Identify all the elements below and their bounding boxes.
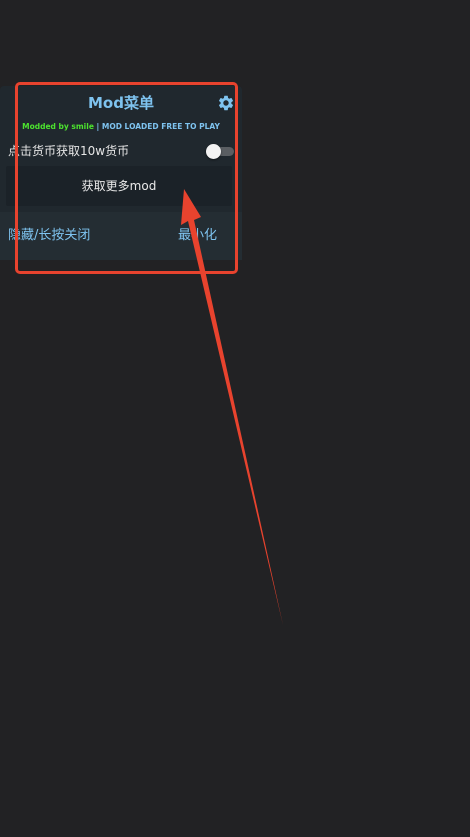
- currency-toggle-row: 点击货币获取10w货币: [0, 140, 242, 162]
- mod-menu-panel: Mod菜单 Modded by smile | MOD LOADED FREE …: [0, 86, 242, 260]
- currency-toggle-label: 点击货币获取10w货币: [8, 144, 130, 158]
- more-mods-button[interactable]: 获取更多mod: [6, 166, 232, 206]
- mod-menu-header: Mod菜单 Modded by smile | MOD LOADED FREE …: [0, 86, 242, 136]
- gear-icon[interactable]: [217, 94, 235, 112]
- menu-subtitle: Modded by smile | MOD LOADED FREE TO PLA…: [0, 121, 242, 132]
- menu-footer: 隐藏/长按关闭 最小化: [0, 212, 242, 260]
- currency-toggle-switch[interactable]: [206, 144, 234, 159]
- minimize-button[interactable]: 最小化: [178, 226, 217, 246]
- switch-knob: [206, 144, 221, 159]
- subtitle-author: Modded by smile: [22, 122, 94, 131]
- subtitle-status: MOD LOADED FREE TO PLAY: [101, 122, 220, 131]
- hide-close-button[interactable]: 隐藏/长按关闭: [8, 226, 90, 246]
- subtitle-separator: |: [93, 122, 102, 131]
- menu-title: Mod菜单: [88, 94, 154, 112]
